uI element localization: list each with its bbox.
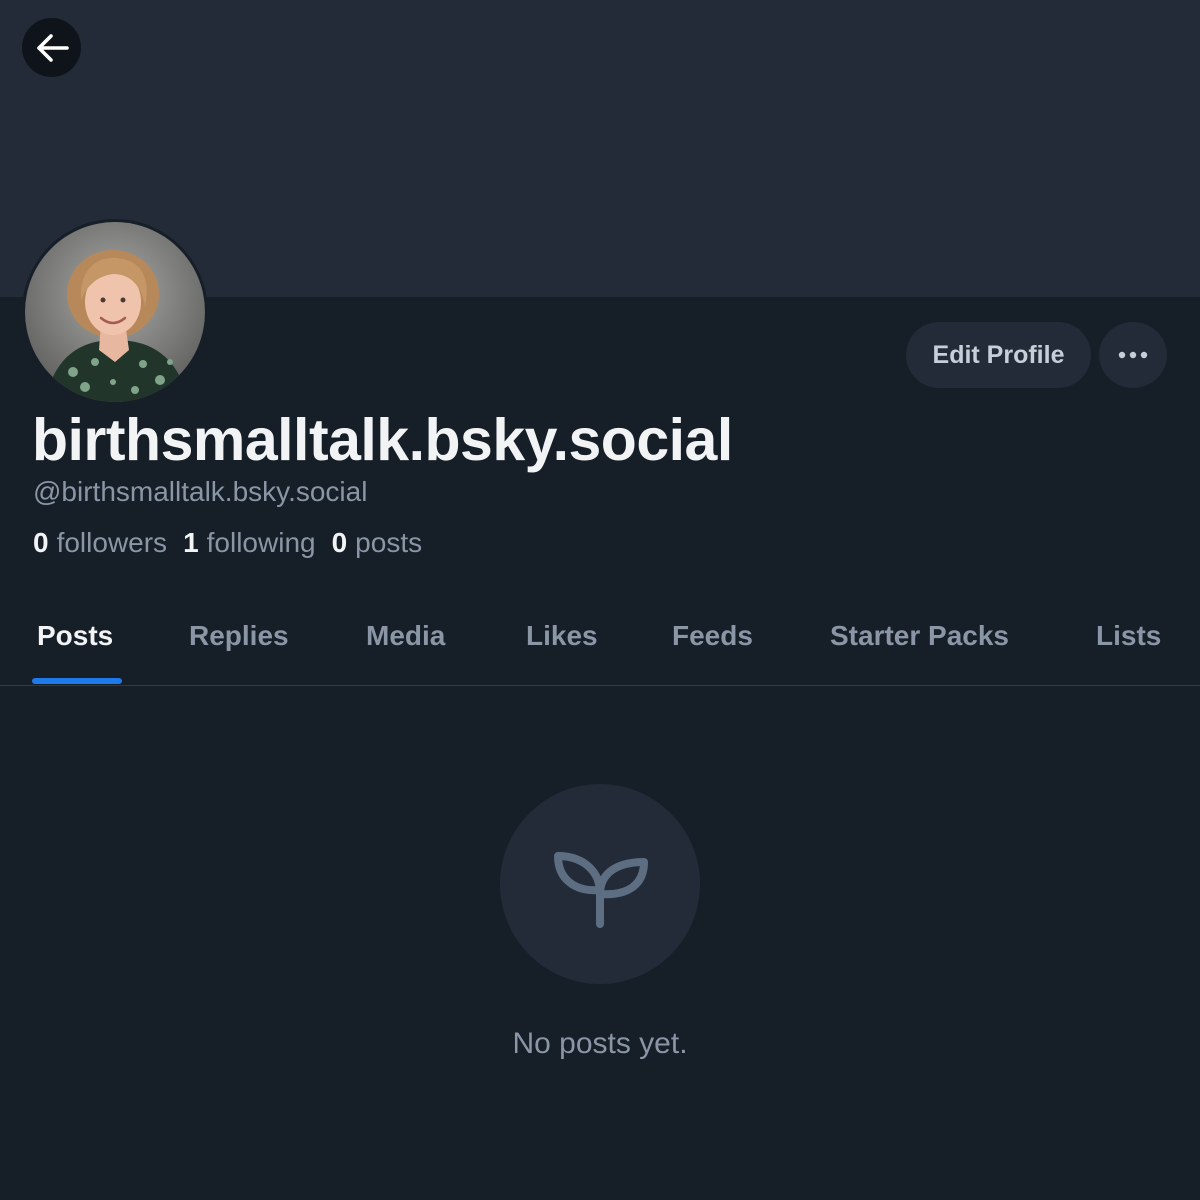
back-button[interactable]	[22, 18, 81, 77]
tab-lists[interactable]: Lists	[1096, 620, 1161, 652]
followers-stat[interactable]: 0 followers	[33, 527, 167, 559]
posts-label: posts	[355, 527, 423, 558]
tab-media[interactable]: Media	[366, 620, 445, 652]
profile-stats: 0 followers 1 following 0 posts	[33, 527, 422, 559]
active-tab-indicator	[32, 678, 122, 684]
seedling-icon	[554, 852, 648, 928]
followers-label: followers	[56, 527, 168, 558]
empty-state-message: No posts yet.	[512, 1027, 688, 1060]
avatar[interactable]	[22, 219, 208, 405]
arrow-left-icon	[36, 33, 69, 62]
tab-feeds[interactable]: Feeds	[672, 620, 753, 652]
profile-page: Edit Profile birthsmalltalk.bsky.social …	[0, 0, 1200, 1200]
following-label: following	[206, 527, 316, 558]
empty-state-icon-container	[500, 784, 700, 984]
profile-handle: @birthsmalltalk.bsky.social	[33, 476, 368, 507]
following-count: 1	[183, 527, 199, 558]
tab-replies[interactable]: Replies	[189, 620, 289, 652]
ellipsis-icon	[1118, 351, 1148, 359]
posts-stat: 0 posts	[332, 527, 423, 559]
followers-count: 0	[33, 527, 49, 558]
posts-count: 0	[331, 527, 348, 558]
profile-tabs: Posts Replies Media Likes Feeds Starter …	[0, 596, 1200, 686]
more-options-button[interactable]	[1099, 322, 1167, 388]
display-name: birthsmalltalk.bsky.social	[32, 407, 733, 473]
tab-starter-packs[interactable]: Starter Packs	[830, 620, 1009, 652]
following-stat[interactable]: 1 following	[183, 527, 316, 559]
edit-profile-button[interactable]: Edit Profile	[906, 322, 1091, 388]
profile-photo	[25, 222, 205, 402]
tab-likes[interactable]: Likes	[526, 620, 598, 652]
tab-posts[interactable]: Posts	[37, 620, 113, 652]
